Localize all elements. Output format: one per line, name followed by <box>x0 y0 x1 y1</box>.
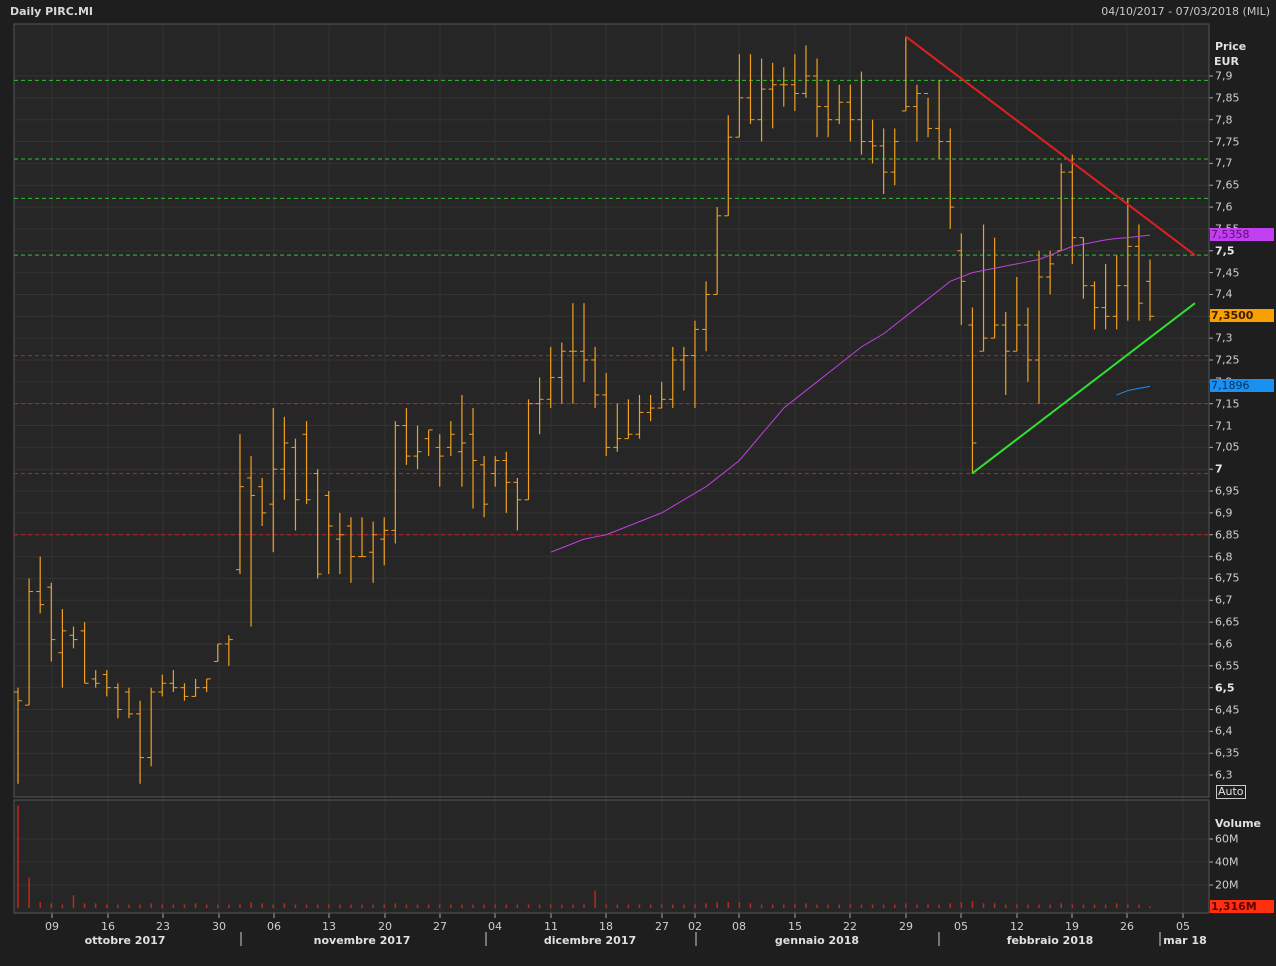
ma2-value-tag: 7,1896 <box>1210 379 1274 392</box>
price-tick-label: 7,75 <box>1215 135 1240 149</box>
price-tick-label: 7,15 <box>1215 397 1240 411</box>
day-tick-label: 15 <box>788 920 802 933</box>
price-tick-label: 6,55 <box>1215 659 1240 673</box>
ma-value-tag: 7,5358 <box>1210 228 1274 241</box>
day-tick-label: 08 <box>732 920 746 933</box>
price-axis-title: Price <box>1215 40 1247 53</box>
day-tick-label: 22 <box>843 920 857 933</box>
day-tick-label: 11 <box>544 920 558 933</box>
volume-panel <box>14 800 1209 913</box>
price-tick-label: 7,85 <box>1215 91 1240 105</box>
price-tick-label: 6,3 <box>1215 768 1233 782</box>
last-price-tag: 7,3500 <box>1210 309 1274 322</box>
price-tick-label: 6,6 <box>1215 637 1233 651</box>
price-tick-label: 6,35 <box>1215 746 1240 760</box>
volume-value-tag: 1,316M <box>1210 900 1274 913</box>
price-tick-label: 7,5 <box>1215 244 1235 258</box>
volume-tick: 40M <box>1215 855 1239 869</box>
price-panel <box>14 24 1209 797</box>
price-tick-label: 7,9 <box>1215 69 1233 83</box>
volume-tick: 20M <box>1215 878 1239 892</box>
price-tick-label: 6,95 <box>1215 484 1240 498</box>
month-label: mar 18 <box>1163 934 1207 947</box>
day-tick-label: 23 <box>156 920 170 933</box>
price-axis-unit: EUR <box>1214 55 1239 68</box>
price-tick-label: 7,3 <box>1215 331 1233 345</box>
day-tick-label: 06 <box>267 920 281 933</box>
price-tick-label: 6,5 <box>1215 681 1235 695</box>
volume-tick: 60M <box>1215 832 1239 846</box>
price-tick-label: 7,65 <box>1215 178 1240 192</box>
day-tick-label: 30 <box>212 920 226 933</box>
month-label: febbraio 2018 <box>1006 934 1094 947</box>
price-tick-label: 6,4 <box>1215 724 1233 738</box>
day-tick-label: 05 <box>954 920 968 933</box>
day-tick-label: 27 <box>433 920 447 933</box>
price-tick-label: 7,4 <box>1215 287 1233 301</box>
month-label: dicembre 2017 <box>543 934 637 947</box>
price-tick-label: 6,75 <box>1215 571 1240 585</box>
day-tick-label: 29 <box>899 920 913 933</box>
day-tick-label: 09 <box>45 920 59 933</box>
price-tick-label: 7,05 <box>1215 440 1240 454</box>
price-tick-label: 7,8 <box>1215 113 1233 127</box>
price-tick-label: 7,7 <box>1215 156 1233 170</box>
price-tick-label: 7,25 <box>1215 353 1240 367</box>
price-tick-label: 6,9 <box>1215 506 1233 520</box>
volume-axis-title: Volume <box>1215 817 1261 830</box>
day-tick-label: 05 <box>1176 920 1190 933</box>
price-chart[interactable] <box>0 0 1276 966</box>
price-tick-label: 7,1 <box>1215 419 1233 433</box>
day-tick-label: 27 <box>655 920 669 933</box>
day-tick-label: 19 <box>1065 920 1079 933</box>
price-tick-label: 7,45 <box>1215 266 1240 280</box>
price-tick-label: 6,45 <box>1215 703 1240 716</box>
month-label: novembre 2017 <box>313 934 411 947</box>
day-tick-label: 12 <box>1010 920 1024 933</box>
price-tick-label: 6,65 <box>1215 615 1240 629</box>
day-tick-label: 18 <box>599 920 613 933</box>
day-tick-label: 04 <box>488 920 502 933</box>
month-label: ottobre 2017 <box>84 934 166 947</box>
price-tick-label: 7,6 <box>1215 200 1233 214</box>
price-tick-label: 6,7 <box>1215 593 1233 607</box>
day-tick-label: 02 <box>688 920 702 933</box>
day-tick-label: 26 <box>1120 920 1134 933</box>
price-tick-label: 6,85 <box>1215 528 1240 542</box>
month-label: gennaio 2018 <box>774 934 860 947</box>
day-tick-label: 20 <box>378 920 392 933</box>
auto-scale-button[interactable]: Auto <box>1216 785 1246 799</box>
price-tick-label: 6,8 <box>1215 550 1233 564</box>
day-tick-label: 16 <box>101 920 115 933</box>
day-tick-label: 13 <box>322 920 336 933</box>
price-tick-label: 7 <box>1215 462 1223 476</box>
